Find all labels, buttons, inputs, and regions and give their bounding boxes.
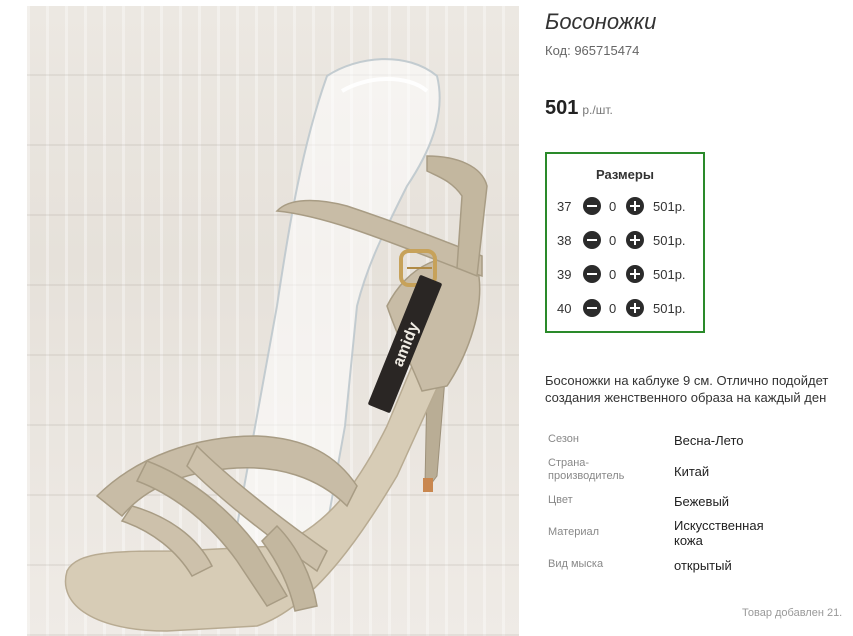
increase-quantity-button[interactable] [626,197,644,215]
price-value: 501 [545,97,579,119]
product-price: 501 р./шт. [545,97,613,120]
date-added: Товар добавлен 21. [742,607,843,619]
size-label: 37 [557,199,572,214]
spec-key: Сезон [548,433,579,445]
decrease-quantity-button[interactable] [583,231,601,249]
quantity-value: 0 [609,233,617,248]
increase-quantity-button[interactable] [626,265,644,283]
quantity-value: 0 [609,267,617,282]
product-code: Код: 965715474 [545,43,640,58]
spec-key: Страна-производитель [548,457,625,482]
spec-value: открытый [674,558,732,573]
spec-key: Вид мыска [548,558,604,570]
quantity-value: 0 [609,301,617,316]
size-label: 38 [557,233,572,248]
description-line: создания женственного образа на каждый д… [545,390,827,405]
sandal-illustration: amidy [64,58,488,632]
size-price: 501р. [653,267,686,282]
decrease-quantity-button[interactable] [583,265,601,283]
size-row-40: 40 0 501р. [547,298,703,318]
product-title: Босоножки [545,9,657,34]
size-price: 501р. [653,233,686,248]
sizes-panel: Размеры 37 0 501р. 38 0 501р. 39 0 501р.… [545,152,705,333]
spec-value: Искусственная кожа [674,518,764,548]
size-row-39: 39 0 501р. [547,264,703,284]
size-price: 501р. [653,301,686,316]
increase-quantity-button[interactable] [626,231,644,249]
spec-value: Весна-Лето [674,433,744,448]
decrease-quantity-button[interactable] [583,197,601,215]
increase-quantity-button[interactable] [626,299,644,317]
spec-value: Бежевый [674,494,730,509]
sizes-title: Размеры [596,167,654,182]
spec-value: Китай [674,464,710,479]
size-row-38: 38 0 501р. [547,230,703,250]
product-photo[interactable]: amidy [27,6,519,636]
spec-key: Цвет [548,494,573,506]
product-description: Босоножки на каблуке 9 см. Отлично подой… [545,372,853,406]
size-row-37: 37 0 501р. [547,196,703,216]
spec-key: Материал [548,526,599,538]
size-price: 501р. [653,199,686,214]
product-page: amidy Босоножки Код: 965715474 501 р./шт.… [0,0,853,636]
description-line: Босоножки на каблуке 9 см. Отлично подой… [545,373,829,388]
size-label: 40 [557,301,572,316]
size-label: 39 [557,267,572,282]
quantity-value: 0 [609,199,617,214]
decrease-quantity-button[interactable] [583,299,601,317]
price-unit: р./шт. [582,103,613,117]
